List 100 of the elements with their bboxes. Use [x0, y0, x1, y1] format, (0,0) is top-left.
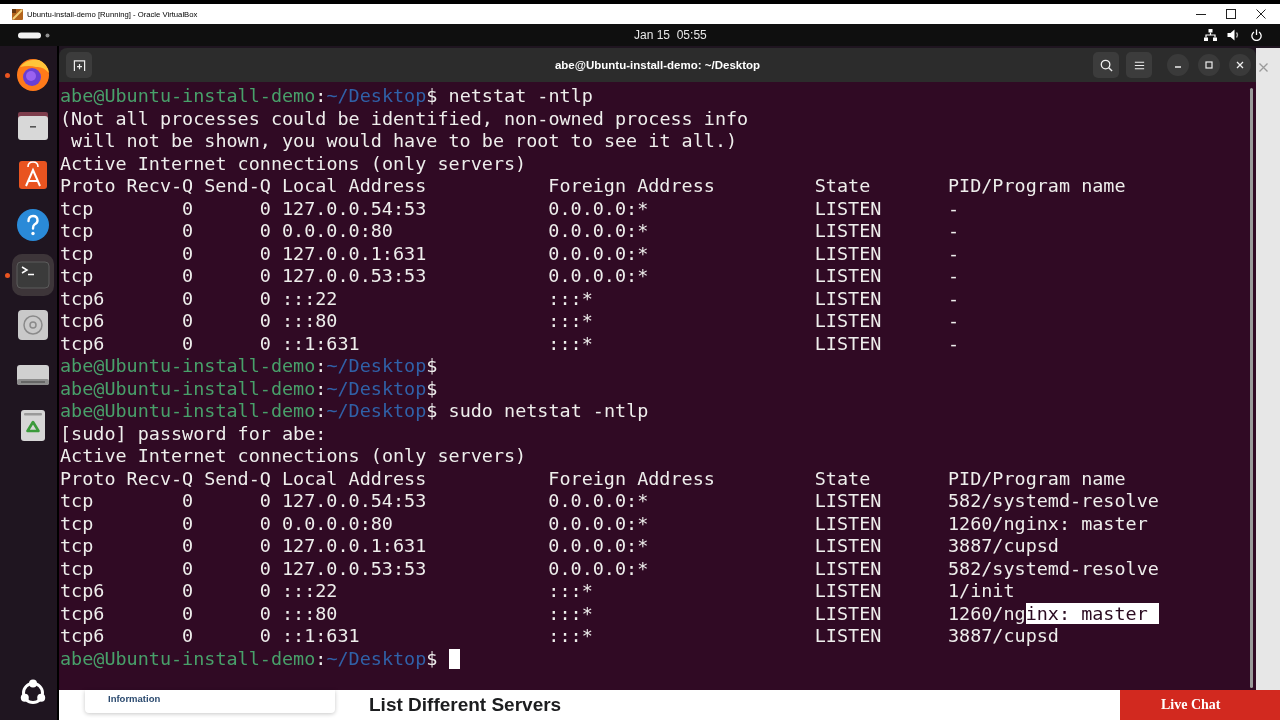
table-cell: 0	[259, 287, 271, 310]
column-header: State	[814, 467, 871, 490]
table-cell: 0	[182, 490, 194, 513]
table-cell: 3887/cupsd	[947, 535, 1059, 558]
live-chat-button[interactable]: Live Chat	[1120, 690, 1280, 720]
table-cell: 0.0.0.0:*	[548, 242, 649, 265]
table-cell: tcp6	[60, 310, 105, 333]
table-cell: 0	[259, 220, 271, 243]
new-tab-icon	[72, 58, 86, 72]
table-cell: tcp	[60, 242, 94, 265]
table-cell: 127.0.0.1:631	[281, 242, 427, 265]
scrollbar[interactable]	[1250, 88, 1253, 688]
table-cell: 0	[259, 557, 271, 580]
table-cell: :::80	[281, 602, 338, 625]
table-cell: LISTEN	[814, 602, 882, 625]
clock[interactable]: Jan 15 05:55	[634, 28, 707, 42]
table-cell: 0	[259, 310, 271, 333]
information-tab[interactable]: Information	[85, 690, 335, 713]
column-header: Recv-Q	[126, 175, 194, 198]
shell-prompt-line: abe@Ubuntu-install-demo:~/Desktop$ netstat -ntlp	[60, 85, 593, 108]
table-cell: tcp	[60, 220, 94, 243]
column-header: Local Address	[281, 175, 427, 198]
table-cell: :::*	[548, 602, 593, 625]
shell-prompt-line: abe@Ubuntu-install-demo:~/Desktop$ sudo netstat -ntlp	[60, 400, 649, 423]
table-cell: 0.0.0.0:*	[548, 220, 649, 243]
maximize-icon	[1226, 9, 1236, 19]
page-heading: List Different Servers	[369, 694, 562, 716]
table-cell: -	[947, 332, 960, 355]
table-cell: :::*	[548, 625, 593, 648]
new-tab-button[interactable]	[66, 52, 92, 78]
table-cell: LISTEN	[814, 265, 882, 288]
table-cell: LISTEN	[814, 287, 882, 310]
maximize-button[interactable]	[1198, 54, 1220, 76]
table-cell: :::80	[281, 310, 338, 333]
table-cell: 127.0.0.1:631	[281, 535, 427, 558]
table-cell: tcp6	[60, 287, 105, 310]
menu-button[interactable]	[1126, 52, 1152, 78]
table-cell: LISTEN	[814, 512, 882, 535]
table-cell: 127.0.0.53:53	[281, 557, 427, 580]
table-cell: tcp6	[60, 332, 105, 355]
power-icon[interactable]	[1250, 29, 1263, 41]
table-cell: 0	[259, 332, 271, 355]
close-icon	[1256, 9, 1266, 19]
table-cell: 0.0.0.0:80	[281, 220, 393, 243]
table-cell: ::1:631	[281, 332, 360, 355]
table-cell: 1260/ng	[947, 602, 1026, 624]
table-cell: LISTEN	[814, 580, 882, 603]
column-header: Send-Q	[204, 467, 271, 490]
volume-icon[interactable]	[1227, 29, 1240, 41]
table-cell: -	[947, 310, 960, 333]
output-line: will not be shown, you would have to be root to see it all.)	[70, 130, 738, 153]
window-title: abe@Ubuntu-install-demo: ~/Desktop	[554, 59, 761, 71]
table-cell: tcp	[60, 197, 94, 220]
selected-text: inx: master	[1025, 602, 1159, 624]
search-button[interactable]	[1093, 52, 1119, 78]
search-icon	[1099, 58, 1113, 72]
table-cell: :::*	[548, 287, 593, 310]
show-apps-icon[interactable]	[19, 679, 47, 707]
table-cell: 127.0.0.53:53	[281, 265, 427, 288]
close-icon	[1235, 60, 1245, 70]
shell-prompt-line: abe@Ubuntu-install-demo:~/Desktop$	[60, 355, 438, 378]
table-cell: 0	[182, 625, 194, 648]
table-cell: tcp	[60, 557, 94, 580]
table-cell: LISTEN	[814, 625, 882, 648]
workspace-indicator-icon[interactable]	[18, 31, 50, 39]
table-cell: 0.0.0.0:*	[548, 490, 649, 513]
table-cell: -	[947, 242, 960, 265]
table-cell: LISTEN	[814, 310, 882, 333]
column-header: Foreign Address	[548, 467, 715, 490]
minimize-button[interactable]	[1167, 54, 1189, 76]
table-cell: 0	[182, 265, 194, 288]
table-cell: -	[947, 287, 960, 310]
close-button[interactable]	[1229, 54, 1251, 76]
table-cell: -	[947, 220, 960, 243]
table-cell: LISTEN	[814, 490, 882, 513]
shell-prompt-line: abe@Ubuntu-install-demo:~/Desktop$	[60, 647, 438, 670]
table-cell: tcp	[60, 265, 94, 288]
table-cell: 0	[259, 242, 271, 265]
table-cell: 3887/cupsd	[947, 625, 1059, 648]
table-cell: 0	[259, 625, 271, 648]
table-cell: 0	[182, 197, 194, 220]
column-header: Recv-Q	[126, 467, 194, 490]
network-icon[interactable]	[1204, 29, 1217, 41]
table-cell: tcp	[60, 535, 94, 558]
table-cell: 0	[259, 490, 271, 513]
table-cell: 127.0.0.54:53	[281, 197, 427, 220]
table-cell: 0	[182, 512, 194, 535]
table-cell: 0	[259, 535, 271, 558]
table-cell: 0.0.0.0:*	[548, 535, 649, 558]
table-cell: :::22	[281, 580, 338, 603]
table-cell: 0	[259, 265, 271, 288]
table-cell: tcp	[60, 490, 94, 513]
maximize-icon	[1204, 60, 1214, 70]
table-cell: 0	[182, 242, 194, 265]
table-cell: -	[947, 197, 960, 220]
table-cell: 0	[182, 535, 194, 558]
table-cell: tcp6	[60, 625, 105, 648]
table-cell: :::22	[281, 287, 338, 310]
table-cell: LISTEN	[814, 557, 882, 580]
table-cell: 1/init	[947, 580, 1015, 603]
